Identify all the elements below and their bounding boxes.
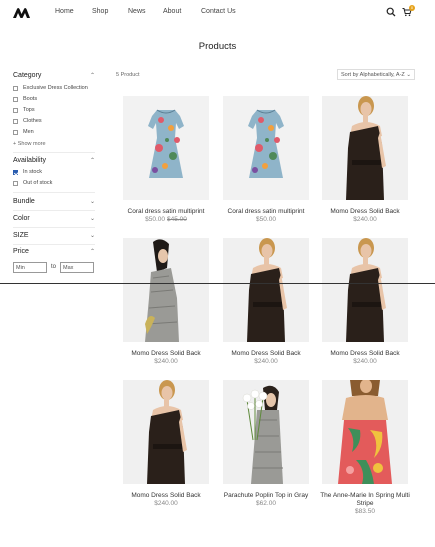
divider (13, 244, 95, 245)
divider (13, 192, 95, 193)
product-image[interactable] (223, 380, 309, 484)
checkbox[interactable] (13, 96, 18, 102)
price-to-label: to (51, 264, 57, 270)
filter-category-header[interactable]: Category ⌃ (13, 72, 95, 82)
divider (13, 152, 95, 153)
product-price: $50.00 $45.00 (123, 216, 209, 223)
show-more-link[interactable]: + Show more (13, 141, 46, 147)
product-price: $240.00 (123, 500, 209, 507)
checkbox[interactable] (13, 180, 18, 186)
nav-about[interactable]: About (163, 8, 181, 15)
price-max-input[interactable]: Max (60, 262, 94, 273)
filter-bundle-title: Bundle (13, 198, 35, 205)
filter-color-header[interactable]: Color ⌄ (13, 215, 95, 225)
site-header: Home Shop News About Contact Us 0 (0, 0, 435, 26)
product-price-current: $240.00 (353, 216, 377, 223)
sort-select-value: Sort by Alphabetically, A-Z (341, 72, 405, 78)
search-icon[interactable] (386, 7, 396, 17)
product-name[interactable]: Coral dress satin multiprint (118, 208, 214, 216)
product-price-current: $83.50 (355, 508, 375, 515)
brand-logo-icon[interactable] (12, 7, 31, 19)
product-image[interactable] (223, 238, 309, 342)
chevron-up-icon: ⌃ (89, 158, 95, 164)
sort-select[interactable]: Sort by Alphabetically, A-Z ⌄ (337, 69, 415, 80)
product-name[interactable]: The Anne-Marie In Spring Multi Stripe (317, 492, 413, 508)
product-count: 5 Product (116, 72, 140, 78)
product-image[interactable] (322, 96, 408, 200)
product-image[interactable] (123, 380, 209, 484)
chevron-down-icon: ⌄ (89, 233, 95, 239)
product-price-current: $50.00 (145, 216, 165, 223)
product-price: $240.00 (322, 216, 408, 223)
divider (13, 227, 95, 228)
product-price-compare: $45.00 (167, 216, 187, 223)
chevron-down-icon: ⌄ (406, 72, 411, 78)
product-name[interactable]: Momo Dress Solid Back (317, 350, 413, 358)
filter-color-title: Color (13, 215, 30, 222)
product-name[interactable]: Coral dress satin multiprint (218, 208, 314, 216)
chevron-down-icon: ⌄ (89, 216, 95, 222)
checkbox[interactable] (13, 107, 18, 113)
nav-news[interactable]: News (128, 8, 146, 15)
nav-contact[interactable]: Contact Us (201, 8, 236, 15)
product-image[interactable] (223, 96, 309, 200)
filter-bundle-header[interactable]: Bundle ⌄ (13, 198, 95, 208)
filter-price-title: Price (13, 248, 29, 255)
filter-price-header[interactable]: Price ⌃ (13, 248, 95, 258)
product-price-current: $240.00 (154, 358, 178, 365)
product-price: $240.00 (322, 358, 408, 365)
product-name[interactable]: Momo Dress Solid Back (118, 350, 214, 358)
product-price: $240.00 (123, 358, 209, 365)
filter-availability-header[interactable]: Availability ⌃ (13, 157, 95, 167)
chevron-down-icon: ⌄ (89, 199, 95, 205)
product-price-current: $50.00 (256, 216, 276, 223)
product-price: $50.00 (223, 216, 309, 223)
product-price-current: $240.00 (154, 500, 178, 507)
product-price: $83.50 (322, 508, 408, 515)
cart-count-badge: 0 (409, 5, 415, 11)
divider (13, 210, 95, 211)
product-price-current: $240.00 (254, 358, 278, 365)
checkbox[interactable] (13, 118, 18, 124)
product-name[interactable]: Momo Dress Solid Back (218, 350, 314, 358)
price-min-input[interactable]: Min (13, 262, 47, 273)
product-name[interactable]: Momo Dress Solid Back (118, 492, 214, 500)
checkbox[interactable] (13, 129, 18, 135)
product-image[interactable] (322, 238, 408, 342)
filter-availability-title: Availability (13, 157, 46, 164)
filter-size-header[interactable]: SIZE ⌄ (13, 232, 95, 242)
chevron-up-icon: ⌃ (89, 249, 95, 255)
product-name[interactable]: Parachute Poplin Top in Gray (218, 492, 314, 500)
product-price: $62.00 (223, 500, 309, 507)
product-price-current: $62.00 (256, 500, 276, 507)
chevron-up-icon: ⌃ (89, 73, 95, 79)
product-image[interactable] (322, 380, 408, 484)
page-title: Products (198, 41, 237, 52)
divider-line (0, 283, 435, 284)
product-name[interactable]: Momo Dress Solid Back (317, 208, 413, 216)
nav-home[interactable]: Home (55, 8, 74, 15)
nav-shop[interactable]: Shop (92, 8, 108, 15)
product-price: $240.00 (223, 358, 309, 365)
filter-category-title: Category (13, 72, 42, 79)
product-price-current: $240.00 (353, 358, 377, 365)
product-image[interactable] (123, 238, 209, 342)
checkbox[interactable] (13, 85, 18, 91)
product-image[interactable] (123, 96, 209, 200)
checkbox-checked[interactable] (13, 169, 18, 175)
filter-size-title: SIZE (13, 232, 29, 239)
